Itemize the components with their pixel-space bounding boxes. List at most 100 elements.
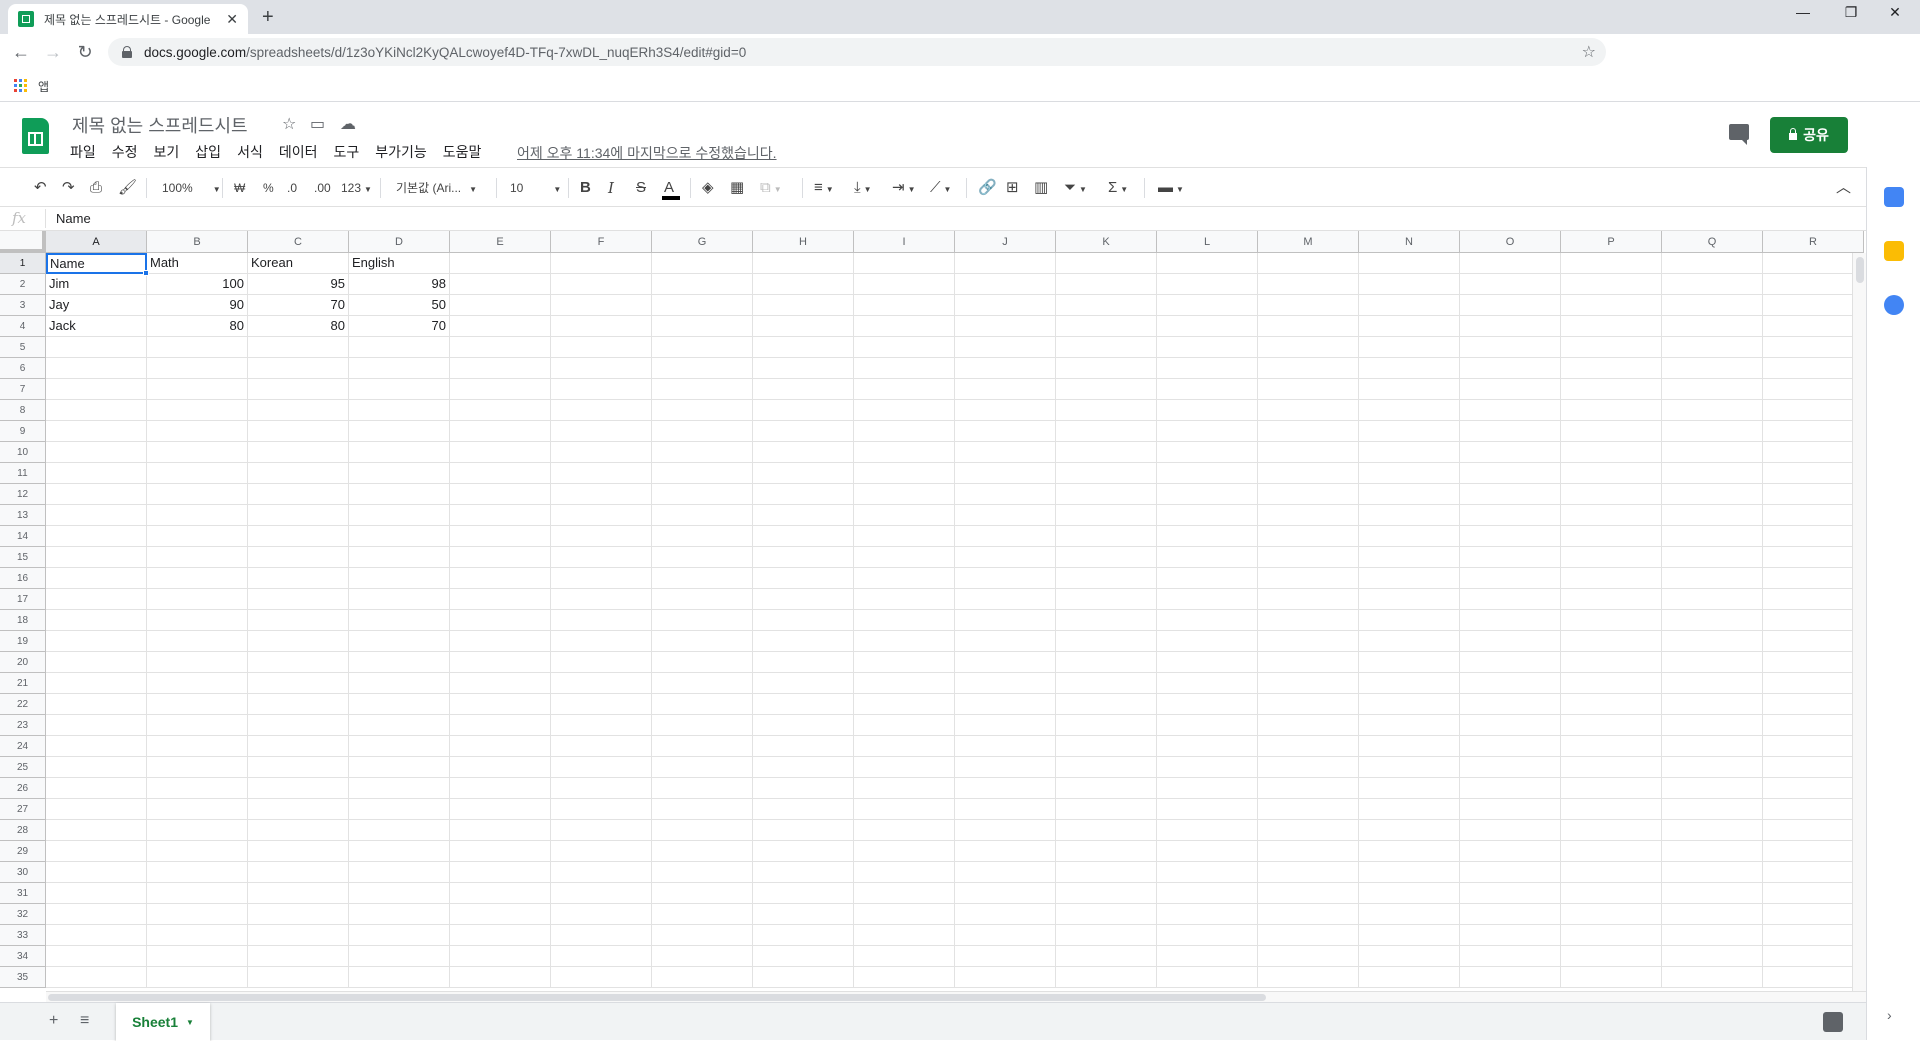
grid-cell[interactable]: [1157, 358, 1258, 379]
grid-cell[interactable]: [1258, 337, 1359, 358]
grid-cell[interactable]: [349, 841, 450, 862]
grid-cell[interactable]: [1662, 610, 1763, 631]
last-edit-link[interactable]: 어제 오후 11:34에 마지막으로 수정했습니다.: [517, 143, 777, 163]
expand-panel-icon[interactable]: ›: [1887, 1007, 1892, 1023]
column-header[interactable]: M: [1258, 231, 1359, 253]
grid-cell[interactable]: [652, 967, 753, 988]
column-header[interactable]: G: [652, 231, 753, 253]
font-size-select[interactable]: 10 ▼: [510, 178, 561, 198]
percent-format-button[interactable]: %: [263, 178, 274, 198]
grid-cell[interactable]: [652, 820, 753, 841]
grid-cell[interactable]: [753, 358, 854, 379]
grid-cell[interactable]: [753, 841, 854, 862]
grid-cell[interactable]: [349, 694, 450, 715]
grid-cell[interactable]: [450, 652, 551, 673]
grid-cell[interactable]: [955, 736, 1056, 757]
zoom-select[interactable]: 100% ▼: [162, 178, 221, 198]
grid-cell[interactable]: [854, 253, 955, 274]
grid-cell[interactable]: [1662, 904, 1763, 925]
grid-cell[interactable]: [1460, 862, 1561, 883]
grid-cell[interactable]: Korean: [248, 253, 349, 274]
grid-cell[interactable]: [551, 778, 652, 799]
grid-cell[interactable]: [450, 946, 551, 967]
grid-cell[interactable]: [349, 862, 450, 883]
grid-cell[interactable]: [1662, 652, 1763, 673]
grid-cell[interactable]: [1056, 295, 1157, 316]
grid-cell[interactable]: [652, 778, 753, 799]
row-header[interactable]: 24: [0, 736, 46, 757]
grid-cell[interactable]: [1359, 820, 1460, 841]
grid-cell[interactable]: [753, 946, 854, 967]
grid-cell[interactable]: [1359, 379, 1460, 400]
grid-cell[interactable]: [1157, 736, 1258, 757]
grid-cell[interactable]: [652, 841, 753, 862]
apps-grid-icon[interactable]: [14, 79, 27, 92]
row-header[interactable]: 15: [0, 547, 46, 568]
grid-cell[interactable]: [854, 631, 955, 652]
grid-cell[interactable]: [1662, 778, 1763, 799]
grid-cell[interactable]: [46, 778, 147, 799]
grid-cell[interactable]: [652, 799, 753, 820]
grid-cell[interactable]: [349, 736, 450, 757]
grid-cell[interactable]: [1359, 904, 1460, 925]
grid-cell[interactable]: [854, 442, 955, 463]
grid-cell[interactable]: [1763, 757, 1864, 778]
grid-cell[interactable]: [652, 274, 753, 295]
grid-cell[interactable]: [450, 673, 551, 694]
row-header[interactable]: 12: [0, 484, 46, 505]
grid-cell[interactable]: [1258, 799, 1359, 820]
grid-cell[interactable]: [450, 589, 551, 610]
grid-cell[interactable]: 80: [248, 316, 349, 337]
grid-cell[interactable]: [854, 820, 955, 841]
grid-cell[interactable]: [248, 820, 349, 841]
grid-cell[interactable]: [1056, 526, 1157, 547]
grid-cell[interactable]: [551, 862, 652, 883]
grid-cell[interactable]: [955, 358, 1056, 379]
grid-cell[interactable]: [551, 820, 652, 841]
grid-cell[interactable]: [147, 841, 248, 862]
grid-cell[interactable]: [854, 673, 955, 694]
active-cell[interactable]: Name: [46, 253, 147, 274]
grid-cell[interactable]: [1157, 568, 1258, 589]
grid-cell[interactable]: [349, 589, 450, 610]
grid-cell[interactable]: [1056, 442, 1157, 463]
row-header[interactable]: 8: [0, 400, 46, 421]
grid-cell[interactable]: 50: [349, 295, 450, 316]
grid-cell[interactable]: [1460, 610, 1561, 631]
italic-button[interactable]: I: [608, 178, 614, 198]
grid-cell[interactable]: [147, 463, 248, 484]
grid-cell[interactable]: [1763, 295, 1864, 316]
grid-cell[interactable]: [1359, 778, 1460, 799]
menu-item[interactable]: 도구: [333, 142, 359, 162]
row-header[interactable]: 1: [0, 253, 46, 274]
grid-cell[interactable]: [854, 946, 955, 967]
column-header[interactable]: D: [349, 231, 450, 253]
grid-cell[interactable]: [753, 400, 854, 421]
grid-cell[interactable]: [46, 631, 147, 652]
grid-cell[interactable]: [955, 505, 1056, 526]
grid-cell[interactable]: [1157, 589, 1258, 610]
grid-cell[interactable]: [1662, 463, 1763, 484]
star-icon[interactable]: ☆: [282, 114, 296, 134]
grid-cell[interactable]: [1258, 883, 1359, 904]
grid-cell[interactable]: [551, 946, 652, 967]
borders-icon[interactable]: ▦: [730, 178, 744, 198]
grid-cell[interactable]: [1662, 841, 1763, 862]
reload-icon[interactable]: ↻: [74, 42, 96, 63]
grid-cell[interactable]: [1157, 946, 1258, 967]
grid-cell[interactable]: 70: [349, 316, 450, 337]
grid-cell[interactable]: [1561, 631, 1662, 652]
grid-cell[interactable]: [753, 379, 854, 400]
row-header[interactable]: 25: [0, 757, 46, 778]
grid-cell[interactable]: [652, 379, 753, 400]
grid-cell[interactable]: [147, 673, 248, 694]
row-header[interactable]: 35: [0, 967, 46, 988]
grid-cell[interactable]: [955, 946, 1056, 967]
grid-cell[interactable]: [1258, 736, 1359, 757]
grid-cell[interactable]: [248, 715, 349, 736]
grid-cell[interactable]: [1056, 736, 1157, 757]
grid-cell[interactable]: [349, 799, 450, 820]
grid-cell[interactable]: [753, 673, 854, 694]
grid-cell[interactable]: [1157, 337, 1258, 358]
row-header[interactable]: 6: [0, 358, 46, 379]
